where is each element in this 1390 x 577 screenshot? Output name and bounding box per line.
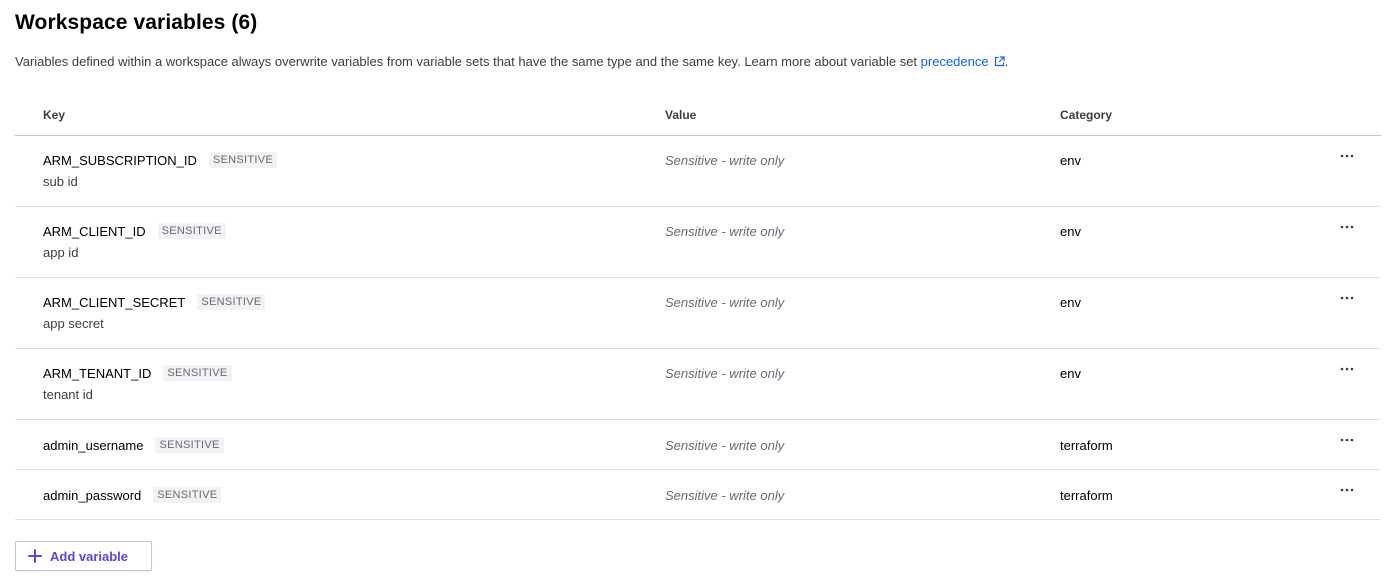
- variable-key-cell: admin_password SENSITIVE: [43, 487, 222, 503]
- table-row: ARM_SUBSCRIPTION_ID SENSITIVE sub id Sensit…: [15, 136, 1381, 207]
- table-row: ARM_CLIENT_ID SENSITIVE app id Sensitive - …: [15, 207, 1381, 278]
- variable-key-cell: ARM_CLIENT_SECRET SENSITIVE: [43, 294, 266, 310]
- precedence-link-label: precedence: [920, 54, 989, 69]
- row-actions-button[interactable]: [1333, 288, 1361, 308]
- precedence-link[interactable]: precedence: [921, 54, 1005, 69]
- variable-key: ARM_SUBSCRIPTION_ID: [43, 152, 197, 168]
- column-header-value: Value: [665, 108, 697, 122]
- table-header: Key Value Category: [15, 97, 1381, 136]
- table-row: admin_password SENSITIVE Sensitive - write…: [15, 470, 1381, 520]
- variable-description: app id: [43, 245, 79, 260]
- variable-key: ARM_CLIENT_ID: [43, 223, 146, 239]
- variable-description: sub id: [43, 174, 78, 189]
- section-description: Variables defined within a workspace alw…: [15, 54, 1008, 69]
- more-horizontal-icon: [1340, 438, 1354, 442]
- more-horizontal-icon: [1340, 154, 1354, 158]
- table-body: ARM_SUBSCRIPTION_ID SENSITIVE sub id Sensit…: [15, 136, 1381, 520]
- variable-key-cell: ARM_CLIENT_ID SENSITIVE: [43, 223, 226, 239]
- variable-value: Sensitive - write only: [665, 295, 785, 310]
- page-title: Workspace variables (6): [15, 11, 258, 34]
- row-actions-button[interactable]: [1333, 146, 1361, 166]
- table-row: admin_username SENSITIVE Sensitive - write…: [15, 420, 1381, 470]
- sensitive-badge: SENSITIVE: [153, 487, 222, 503]
- variable-value: Sensitive - write only: [665, 153, 785, 168]
- variable-key: ARM_TENANT_ID: [43, 365, 152, 381]
- more-horizontal-icon: [1340, 367, 1354, 371]
- sensitive-badge: SENSITIVE: [208, 152, 278, 168]
- description-text: Variables defined within a workspace alw…: [15, 54, 921, 69]
- more-horizontal-icon: [1340, 225, 1354, 229]
- more-horizontal-icon: [1340, 488, 1354, 492]
- variable-key-cell: ARM_TENANT_ID SENSITIVE: [43, 365, 232, 381]
- sensitive-badge: SENSITIVE: [163, 365, 232, 381]
- table-row: ARM_TENANT_ID SENSITIVE tenant id Sensitive…: [15, 349, 1381, 420]
- column-header-key: Key: [43, 108, 66, 122]
- variable-category: terraform: [1060, 438, 1113, 453]
- variable-key-cell: admin_username SENSITIVE: [43, 437, 224, 453]
- description-end: .: [1004, 54, 1009, 69]
- table-row: ARM_CLIENT_SECRET SENSITIVE app secret Sens…: [15, 278, 1381, 349]
- more-horizontal-icon: [1340, 296, 1354, 300]
- variable-value: Sensitive - write only: [665, 488, 785, 503]
- variable-description: tenant id: [43, 387, 93, 402]
- variable-key: admin_password: [43, 487, 142, 503]
- column-header-category: Category: [1060, 108, 1113, 122]
- variable-category: env: [1060, 366, 1081, 381]
- variable-key: ARM_CLIENT_SECRET: [43, 294, 186, 310]
- variables-table: Key Value Category ARM_SUBSCRIPTION_ID SE…: [15, 97, 1381, 520]
- plus-icon: [27, 548, 43, 564]
- variable-key: admin_username: [43, 437, 144, 453]
- variable-category: terraform: [1060, 488, 1113, 503]
- variable-category: env: [1060, 295, 1081, 310]
- add-variable-label: Add variable: [50, 548, 129, 564]
- row-actions-button[interactable]: [1333, 359, 1361, 379]
- variable-value: Sensitive - write only: [665, 438, 785, 453]
- sensitive-badge: SENSITIVE: [197, 294, 266, 310]
- variable-category: env: [1060, 224, 1081, 239]
- row-actions-button[interactable]: [1333, 217, 1361, 237]
- variable-description: app secret: [43, 316, 104, 331]
- row-actions-button[interactable]: [1333, 480, 1361, 500]
- variable-category: env: [1060, 153, 1081, 168]
- row-actions-button[interactable]: [1333, 430, 1361, 450]
- variable-key-cell: ARM_SUBSCRIPTION_ID SENSITIVE: [43, 152, 278, 168]
- sensitive-badge: SENSITIVE: [155, 437, 224, 453]
- add-variable-button[interactable]: Add variable: [15, 541, 152, 571]
- sensitive-badge: SENSITIVE: [157, 223, 226, 239]
- variable-value: Sensitive - write only: [665, 366, 785, 381]
- external-link-icon: [994, 56, 1005, 67]
- variable-value: Sensitive - write only: [665, 224, 785, 239]
